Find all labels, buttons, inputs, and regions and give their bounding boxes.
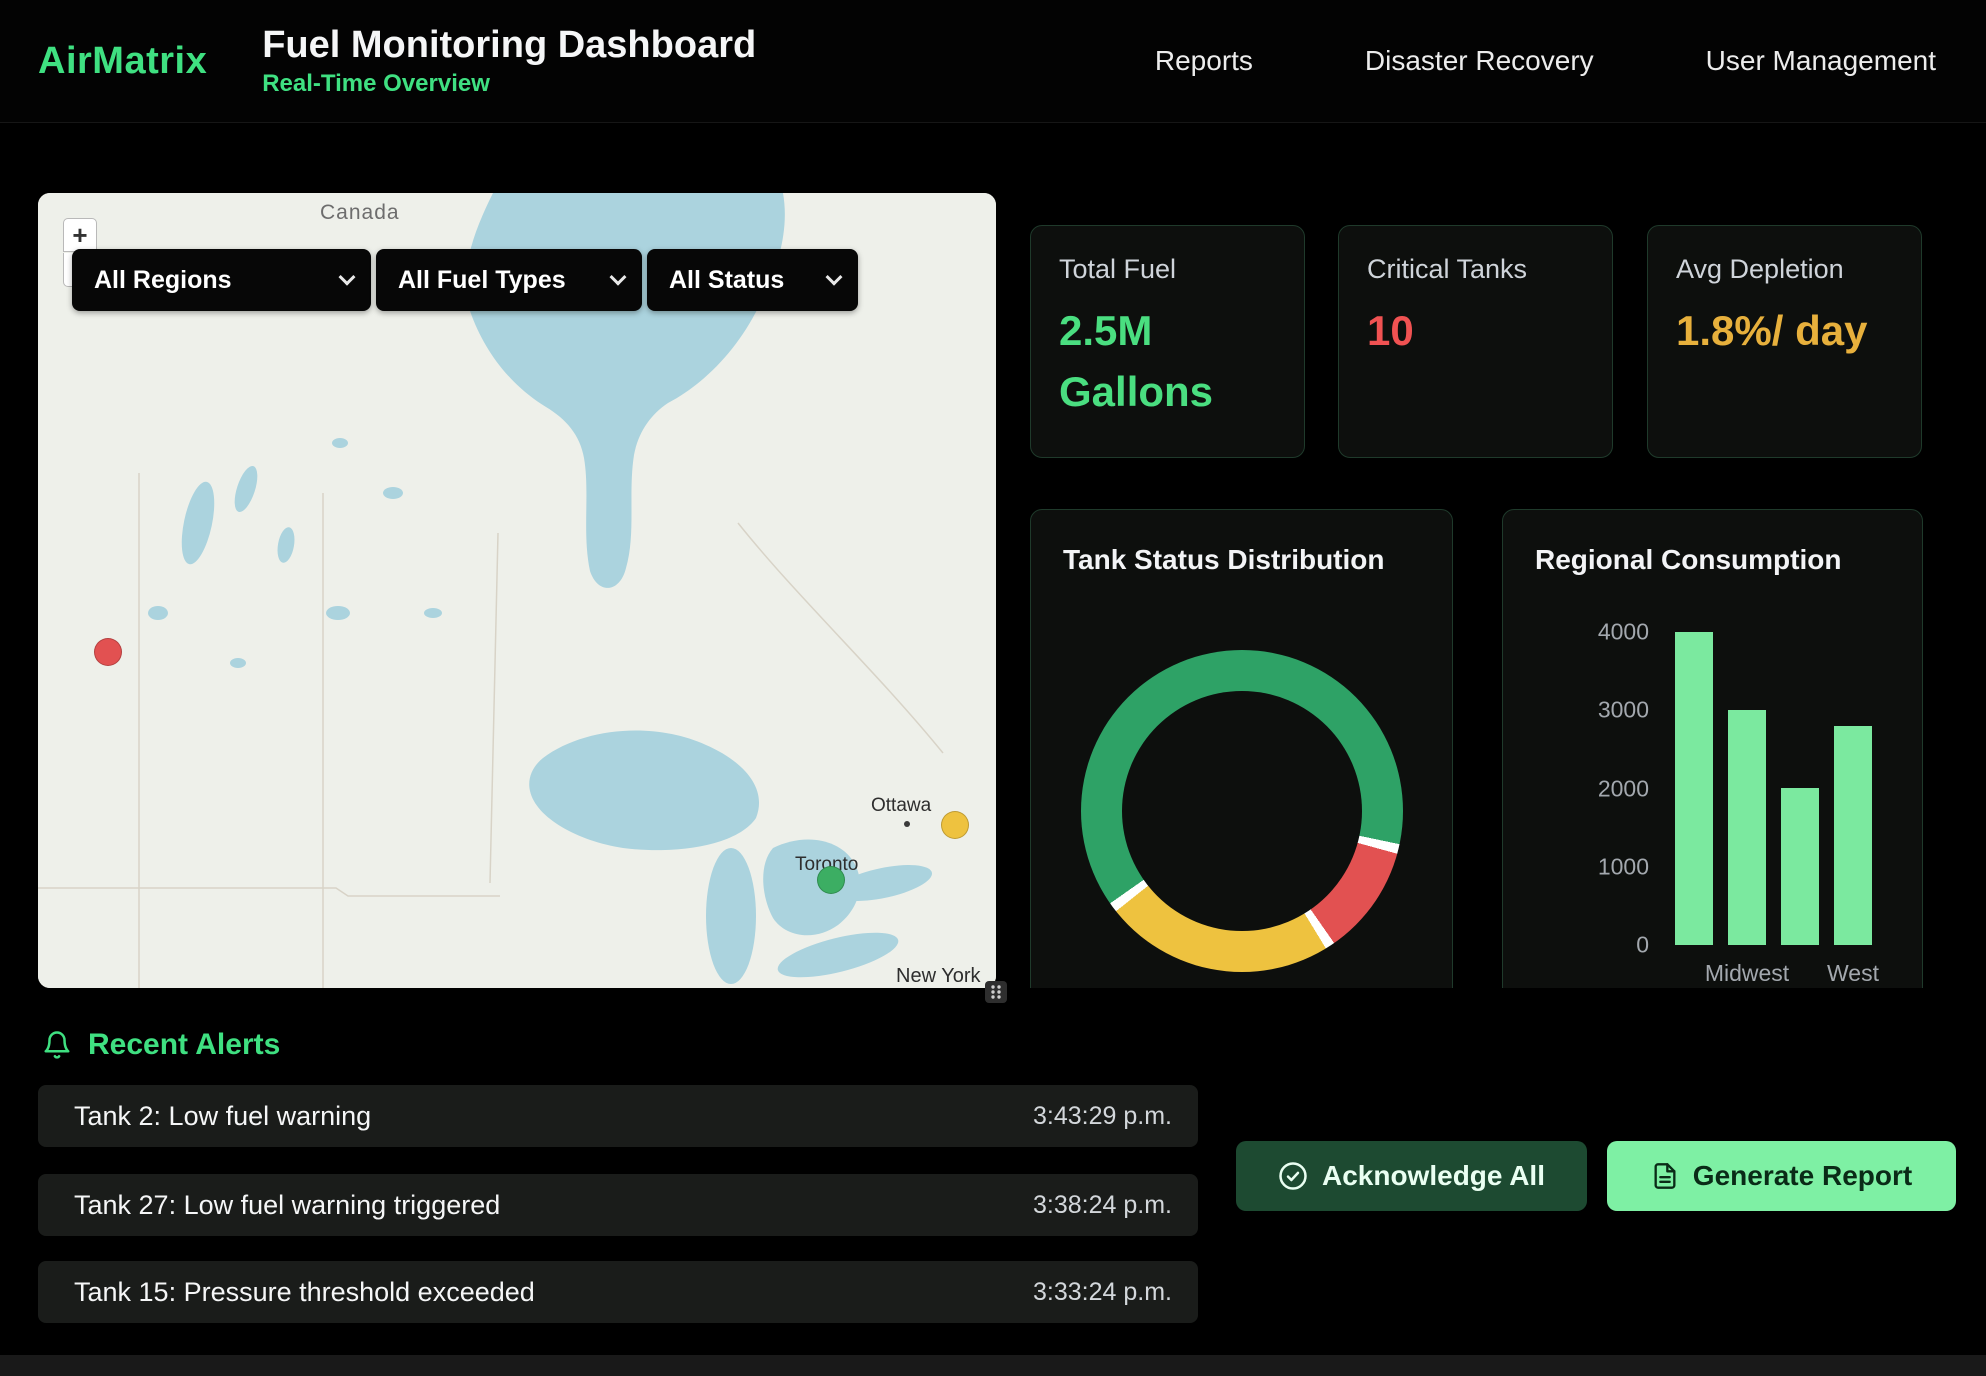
x-label-midwest: Midwest [1705,960,1789,987]
tank-status-card: Tank Status Distribution [1030,509,1453,1029]
acknowledge-all-button[interactable]: Acknowledge All [1236,1141,1587,1211]
fuel-type-filter-value: All Fuel Types [398,266,566,295]
tank-status-donut [1081,650,1403,972]
nav-disaster-recovery[interactable]: Disaster Recovery [1365,45,1594,77]
map-label-ottawa: Ottawa [871,795,931,817]
stat-label: Critical Tanks [1367,254,1584,285]
alerts-section: Recent Alerts Tank 2: Low fuel warning 3… [0,988,1986,1376]
alerts-heading: Recent Alerts [88,1028,280,1062]
stat-label: Avg Depletion [1676,254,1893,285]
region-filter-select[interactable]: All Regions [72,249,371,311]
page-subtitle: Real-Time Overview [262,70,756,98]
zoom-in-button[interactable]: + [63,218,97,252]
app-logo: AirMatrix [38,40,207,83]
normal-tank-marker[interactable] [817,866,845,894]
stat-card-total-fuel: Total Fuel 2.5M Gallons [1030,225,1305,458]
alert-row[interactable]: Tank 27: Low fuel warning triggered 3:38… [38,1174,1198,1236]
y-tick: 0 [1636,932,1649,959]
y-tick: 4000 [1598,619,1649,646]
alert-row[interactable]: Tank 2: Low fuel warning 3:43:29 p.m. [38,1085,1198,1147]
nav-user-management[interactable]: User Management [1706,45,1936,77]
stat-card-avg-depletion: Avg Depletion 1.8%/ day [1647,225,1922,458]
x-label-west: West [1827,960,1879,987]
stat-value-total-fuel: 2.5M Gallons [1059,301,1276,423]
bar-plot [1675,632,1872,945]
fuel-type-filter-select[interactable]: All Fuel Types [376,249,642,311]
bar-3 [1834,726,1872,945]
bell-icon [42,1030,72,1060]
stat-card-critical-tanks: Critical Tanks 10 [1338,225,1613,458]
chevron-down-icon [826,269,843,286]
report-document-icon [1651,1162,1679,1190]
status-filter-select[interactable]: All Status [647,249,858,311]
map-label-new-york: New York [896,965,981,988]
ottawa-city-dot [904,821,910,827]
acknowledge-all-label: Acknowledge All [1322,1160,1545,1192]
check-circle-icon [1278,1161,1308,1191]
alert-row[interactable]: Tank 15: Pressure threshold exceeded 3:3… [38,1261,1198,1323]
bar-1 [1728,710,1766,945]
critical-tank-marker[interactable] [94,638,122,666]
alert-text: Tank 15: Pressure threshold exceeded [74,1277,535,1308]
alert-time: 3:38:24 p.m. [1033,1191,1172,1220]
stat-value-avg-depletion: 1.8%/ day [1676,301,1893,362]
header-nav: Reports Disaster Recovery User Managemen… [1155,45,1936,77]
map-resize-handle-icon[interactable] [985,981,1007,1003]
alert-time: 3:43:29 p.m. [1033,1102,1172,1131]
bar-2 [1781,788,1819,945]
stat-value-critical-tanks: 10 [1367,301,1584,362]
region-filter-value: All Regions [94,266,232,295]
nav-reports[interactable]: Reports [1155,45,1253,77]
y-tick: 1000 [1598,854,1649,881]
regional-consumption-card: Regional Consumption 0 1000 2000 3000 4000 M… [1502,509,1923,1029]
fuel-monitoring-dashboard: AirMatrix Fuel Monitoring Dashboard Real… [0,0,1986,1376]
alert-text: Tank 27: Low fuel warning triggered [74,1190,500,1221]
footer-strip [0,1355,1986,1376]
stat-label: Total Fuel [1059,254,1276,285]
status-filter-value: All Status [669,266,784,295]
bar-xlabels: MidwestWest [1675,960,1872,990]
tank-status-title: Tank Status Distribution [1063,544,1452,576]
bar-0 [1675,632,1713,945]
chevron-down-icon [610,269,627,286]
alert-text: Tank 2: Low fuel warning [74,1101,371,1132]
bar-yticks: 01000200030004000 [1503,632,1661,945]
y-tick: 3000 [1598,697,1649,724]
chevron-down-icon [339,269,356,286]
map-panel[interactable]: Canada Ottawa Toronto New York + − All R… [38,193,996,988]
page-title: Fuel Monitoring Dashboard [262,24,756,68]
header: AirMatrix Fuel Monitoring Dashboard Real… [0,0,1986,123]
warning-tank-marker[interactable] [941,811,969,839]
title-block: Fuel Monitoring Dashboard Real-Time Over… [262,24,756,99]
regional-consumption-title: Regional Consumption [1535,544,1922,576]
y-tick: 2000 [1598,776,1649,803]
map-label-canada: Canada [320,201,400,225]
generate-report-label: Generate Report [1693,1160,1912,1192]
generate-report-button[interactable]: Generate Report [1607,1141,1956,1211]
alerts-heading-row: Recent Alerts [42,1028,280,1062]
alert-time: 3:33:24 p.m. [1033,1278,1172,1307]
